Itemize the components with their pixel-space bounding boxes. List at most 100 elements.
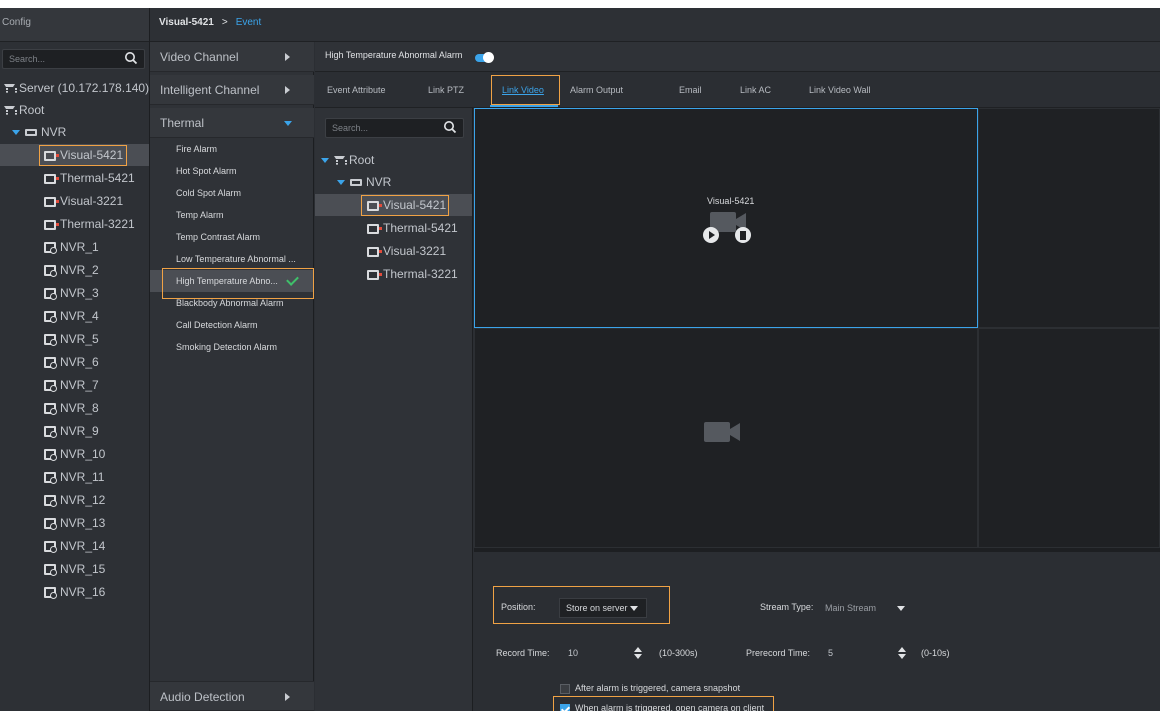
group-label: Intelligent Channel xyxy=(160,83,260,97)
tree-item-sub-nvr[interactable]: NVR_2 xyxy=(0,259,99,281)
tab-email[interactable]: Email xyxy=(679,85,702,95)
tree-item-sub-nvr[interactable]: NVR_15 xyxy=(0,558,105,580)
camera-icon xyxy=(44,219,59,230)
tree-item-sub-nvr[interactable]: NVR_11 xyxy=(0,466,104,488)
event-label: Fire Alarm xyxy=(176,144,218,154)
tree-item-server[interactable]: Server (10.172.178.140) xyxy=(0,77,149,99)
tree-item-label: NVR_7 xyxy=(60,378,99,392)
link-tree-camera[interactable]: Thermal-3221 xyxy=(367,263,458,285)
group-label: Thermal xyxy=(160,116,205,130)
device-icon xyxy=(44,311,57,324)
group-label: Video Channel xyxy=(160,50,239,64)
device-icon xyxy=(44,587,57,600)
tree-item-sub-nvr[interactable]: NVR_9 xyxy=(0,420,99,442)
snapshot-checkbox[interactable] xyxy=(560,684,570,694)
tree-item-sub-nvr[interactable]: NVR_10 xyxy=(0,443,105,465)
selection-highlight xyxy=(553,696,774,711)
breadcrumb-device[interactable]: Visual-5421 xyxy=(159,17,214,28)
tree-item-sub-nvr[interactable]: NVR_16 xyxy=(0,581,105,603)
event-item-low-temp[interactable]: Low Temperature Abnormal ... xyxy=(150,248,314,270)
event-item-fire-alarm[interactable]: Fire Alarm xyxy=(150,138,314,160)
alarm-enable-toggle[interactable] xyxy=(475,52,494,63)
tree-item-sub-nvr[interactable]: NVR_7 xyxy=(0,374,99,396)
tab-event-attribute[interactable]: Event Attribute xyxy=(327,85,386,95)
selection-highlight xyxy=(162,268,314,299)
play-icon[interactable] xyxy=(703,227,719,243)
device-icon xyxy=(44,472,57,485)
tree-item-camera[interactable]: Thermal-5421 xyxy=(0,167,135,189)
expand-arrow-icon[interactable] xyxy=(12,130,20,136)
tree-item-sub-nvr[interactable]: NVR_12 xyxy=(0,489,105,511)
record-time-input[interactable]: 10 xyxy=(560,643,652,663)
tree-item-label: Server (10.172.178.140) xyxy=(19,81,150,95)
breadcrumb: Visual-5421 > Event xyxy=(150,8,1160,42)
expand-arrow-icon[interactable] xyxy=(337,180,345,186)
event-item-cold-spot[interactable]: Cold Spot Alarm xyxy=(150,182,314,204)
video-cell-label: Visual-5421 xyxy=(707,196,755,206)
chevron-down-icon xyxy=(284,121,292,126)
video-cell-2[interactable] xyxy=(978,108,1160,328)
tree-item-nvr[interactable]: NVR xyxy=(0,121,66,143)
group-video-channel[interactable]: Video Channel xyxy=(150,42,314,72)
link-tree-camera[interactable]: Thermal-5421 xyxy=(367,217,458,239)
group-thermal[interactable]: Thermal xyxy=(150,108,314,138)
tab-link-ptz[interactable]: Link PTZ xyxy=(428,85,464,95)
link-tree-camera[interactable]: Visual-3221 xyxy=(367,240,446,262)
record-time-range: (10-300s) xyxy=(659,648,698,658)
link-tree-root[interactable]: Root xyxy=(321,149,374,171)
spinner-icon[interactable] xyxy=(634,647,642,659)
video-cell-1[interactable]: Visual-5421 xyxy=(474,108,978,328)
root-icon xyxy=(4,105,17,116)
delete-icon[interactable] xyxy=(735,227,751,243)
tree-item-sub-nvr[interactable]: NVR_4 xyxy=(0,305,99,327)
tree-item-sub-nvr[interactable]: NVR_14 xyxy=(0,535,105,557)
event-item-hot-spot[interactable]: Hot Spot Alarm xyxy=(150,160,314,182)
tree-item-camera[interactable]: Thermal-3221 xyxy=(0,213,135,235)
tree-item-sub-nvr[interactable]: NVR_8 xyxy=(0,397,99,419)
tree-item-sub-nvr[interactable]: NVR_13 xyxy=(0,512,105,534)
event-item-smoking-detection[interactable]: Smoking Detection Alarm xyxy=(150,336,314,358)
spinner-icon[interactable] xyxy=(898,647,906,659)
panel-title: Config xyxy=(0,8,149,42)
link-device-tree: Search... Root NVR Visual-5421 Thermal-5… xyxy=(315,108,473,711)
tab-link-video-wall[interactable]: Link Video Wall xyxy=(809,85,871,95)
link-tree-nvr[interactable]: NVR xyxy=(337,171,391,193)
tree-item-label: Thermal-5421 xyxy=(383,221,458,235)
record-time-value: 10 xyxy=(568,648,579,658)
event-item-temp-alarm[interactable]: Temp Alarm xyxy=(150,204,314,226)
tree-item-root[interactable]: Root xyxy=(0,99,44,121)
selection-highlight xyxy=(493,586,670,624)
tab-link-ac[interactable]: Link AC xyxy=(740,85,771,95)
tree-item-sub-nvr[interactable]: NVR_5 xyxy=(0,328,99,350)
group-audio-detection[interactable]: Audio Detection xyxy=(150,681,314,711)
tree-item-label: NVR_3 xyxy=(60,286,99,300)
event-label: Blackbody Abnormal Alarm xyxy=(176,298,284,308)
video-camera-icon xyxy=(704,422,740,442)
event-item-call-detection[interactable]: Call Detection Alarm xyxy=(150,314,314,336)
tree-item-label: Root xyxy=(349,153,375,167)
event-item-temp-contrast[interactable]: Temp Contrast Alarm xyxy=(150,226,314,248)
tree-item-sub-nvr[interactable]: NVR_3 xyxy=(0,282,99,304)
expand-arrow-icon[interactable] xyxy=(321,158,329,164)
search-icon[interactable] xyxy=(443,120,457,134)
event-label: Cold Spot Alarm xyxy=(176,188,242,198)
tree-item-sub-nvr[interactable]: NVR_1 xyxy=(0,236,99,258)
tree-item-label: NVR_10 xyxy=(60,447,106,461)
video-grid: Visual-5421 xyxy=(474,108,1160,552)
tree-item-label: NVR_6 xyxy=(60,355,99,369)
prerecord-time-label: Prerecord Time: xyxy=(746,648,811,658)
prerecord-time-input[interactable]: 5 xyxy=(820,643,916,663)
tree-item-camera[interactable]: Visual-3221 xyxy=(0,190,123,212)
event-label: Smoking Detection Alarm xyxy=(176,342,278,352)
video-cell-4[interactable] xyxy=(978,328,1160,548)
group-intelligent-channel[interactable]: Intelligent Channel xyxy=(150,75,314,105)
device-search-input[interactable]: Search... xyxy=(2,49,145,69)
tree-item-sub-nvr[interactable]: NVR_6 xyxy=(0,351,99,373)
stream-type-select[interactable]: Main Stream xyxy=(818,598,914,618)
device-icon xyxy=(44,495,57,508)
search-placeholder: Search... xyxy=(332,123,369,133)
link-search-input[interactable]: Search... xyxy=(325,118,464,138)
tab-alarm-output[interactable]: Alarm Output xyxy=(570,85,623,95)
video-cell-3[interactable] xyxy=(474,328,978,548)
search-icon[interactable] xyxy=(124,51,138,65)
